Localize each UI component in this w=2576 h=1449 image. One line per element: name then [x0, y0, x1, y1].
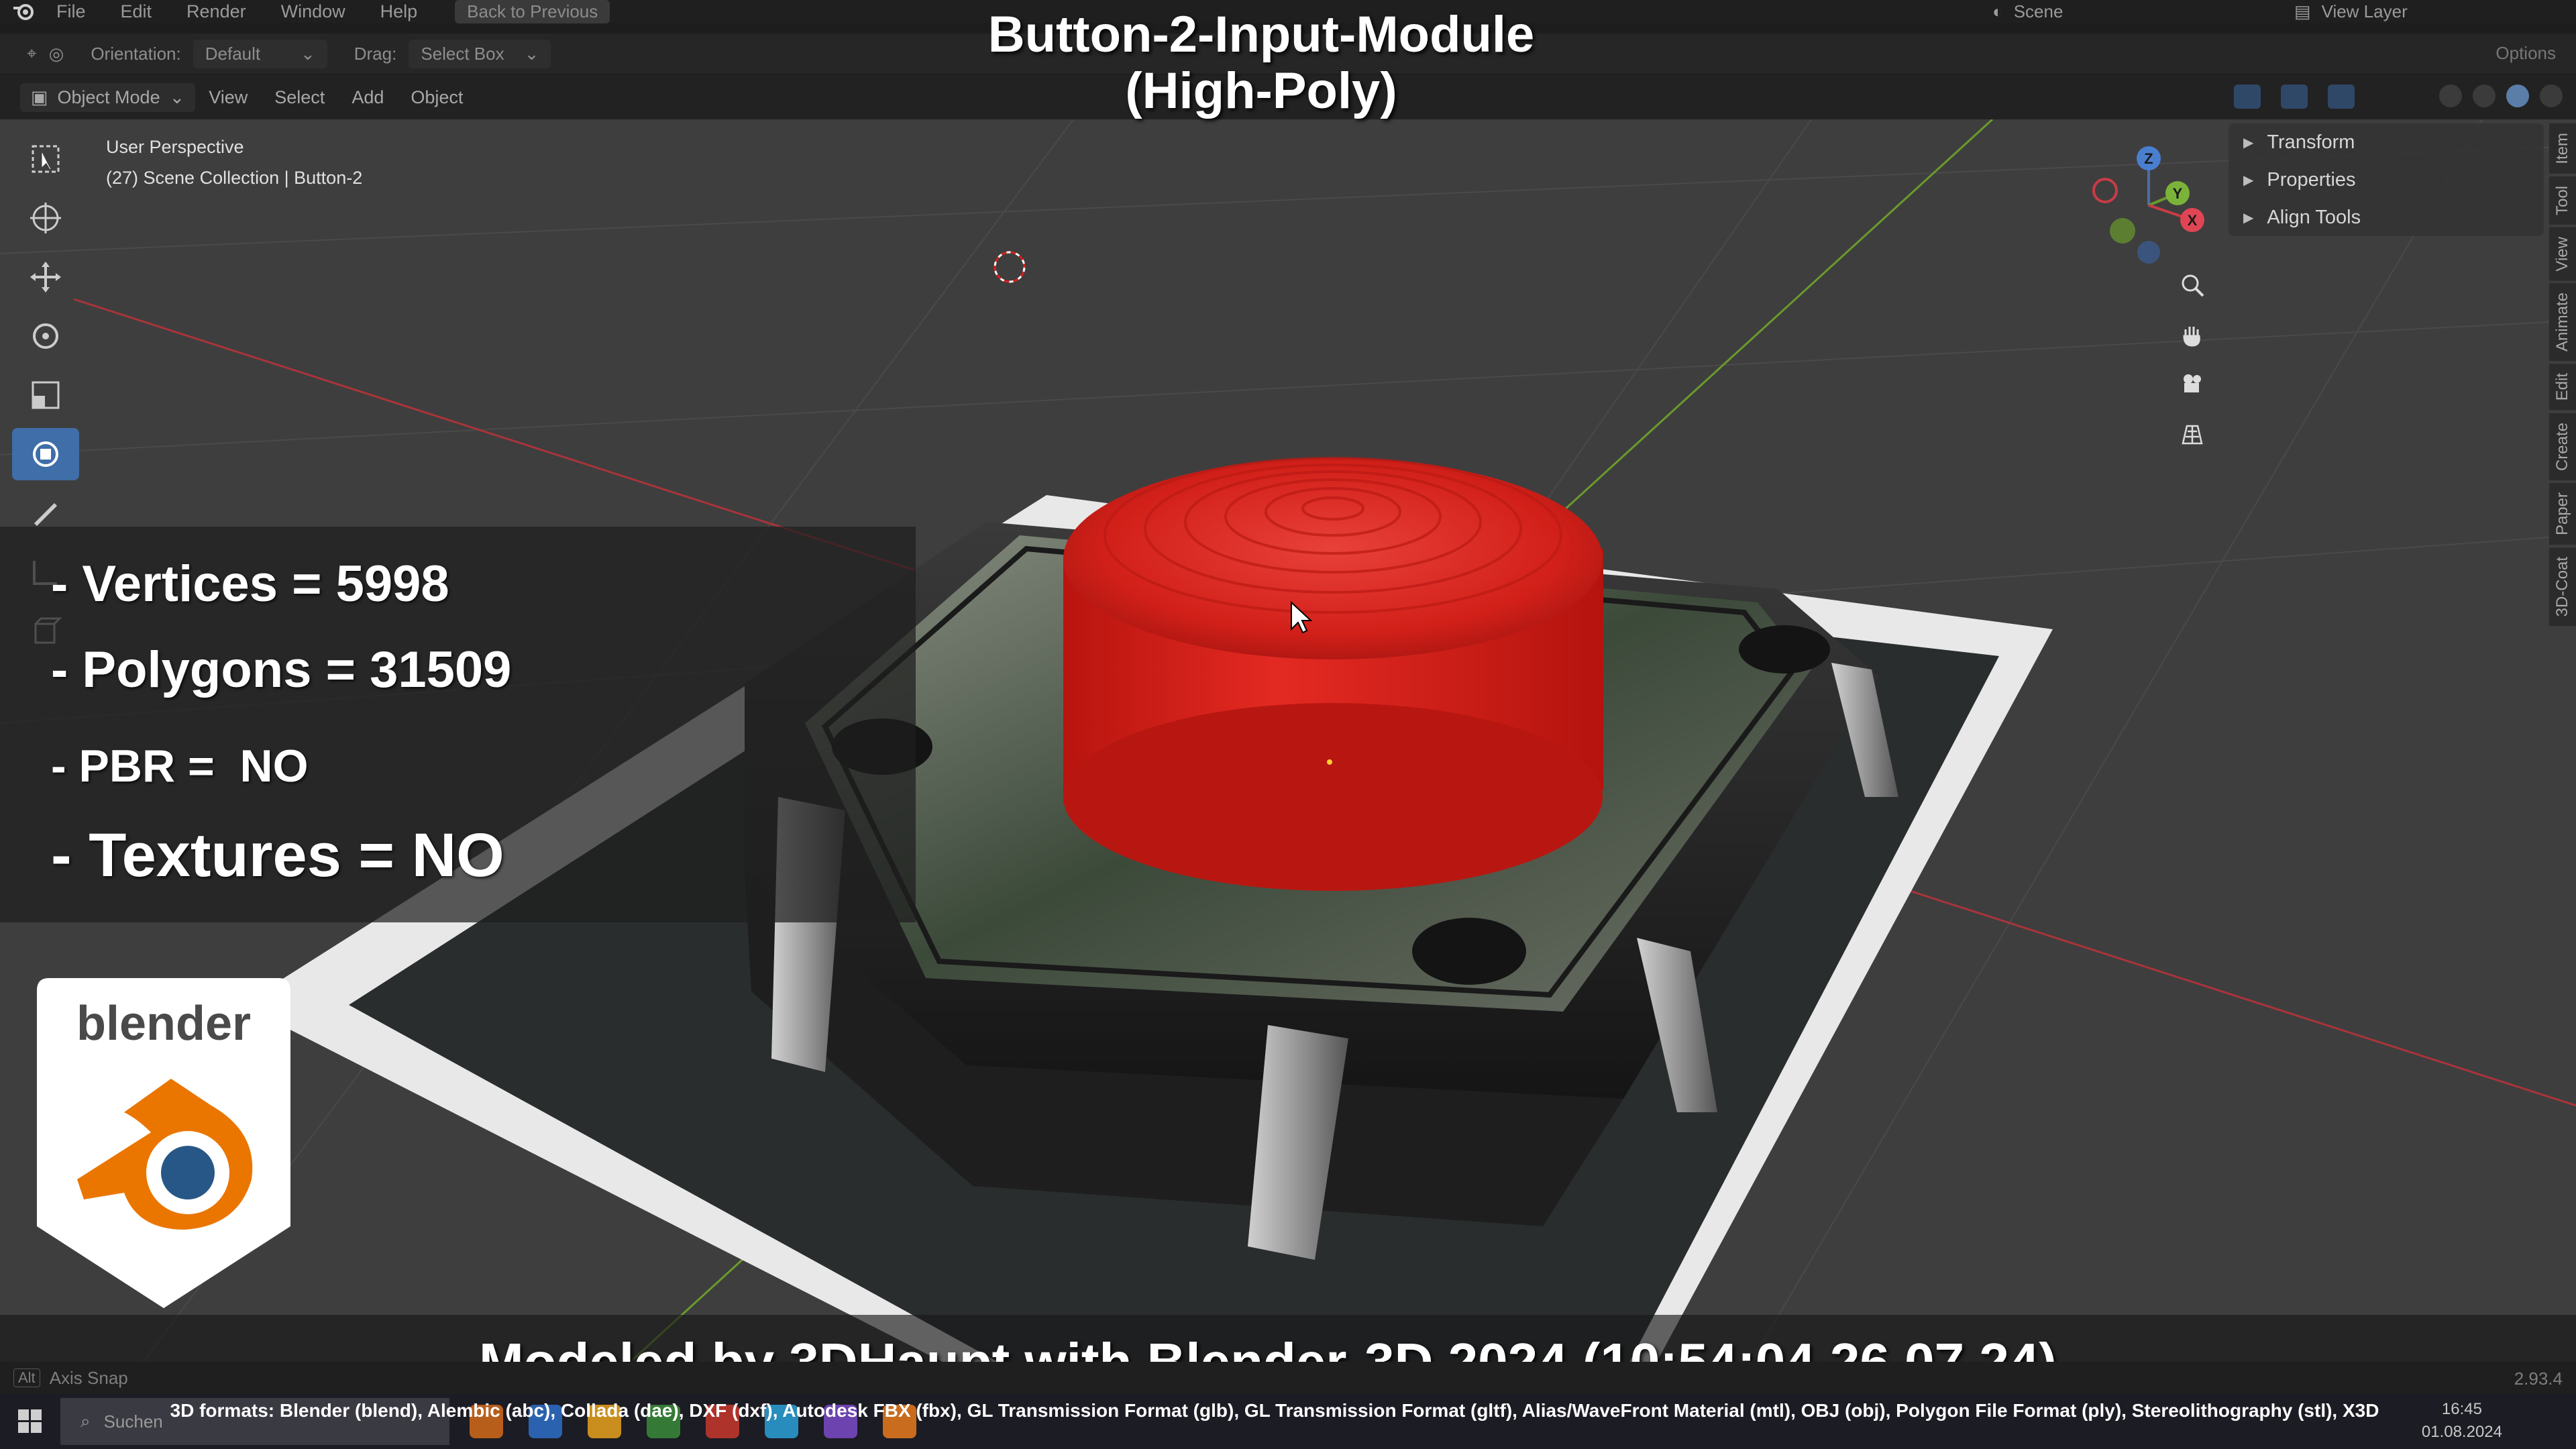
menu-view[interactable]: View — [195, 87, 261, 108]
select-box-tool-icon[interactable] — [12, 133, 79, 185]
panel-align-tools-label: Align Tools — [2267, 206, 2361, 228]
status-bar: Alt Axis Snap 2.93.4 — [0, 1362, 2576, 1394]
orientation-group: Orientation: Default ⌄ — [91, 39, 327, 68]
stat-vertices: - Vertices = 5998 — [51, 555, 449, 612]
move-tool-icon[interactable] — [12, 251, 79, 303]
tool-icon-group: ⌖ ◎ — [27, 43, 64, 64]
view-layer-icon: ▤ — [2294, 1, 2311, 21]
view-layer-selector[interactable]: ▤ View Layer — [2281, 1, 2563, 22]
overlay-title: Button-2-Input-Module (High-Poly) — [792, 7, 1731, 119]
drag-label: Drag: — [354, 43, 397, 64]
drag-group: Drag: Select Box ⌄ — [354, 39, 551, 68]
stat-textures: - Textures = NO — [51, 821, 504, 890]
status-hint: Axis Snap — [49, 1367, 128, 1388]
menu-help[interactable]: Help — [363, 1, 435, 22]
perspective-label: User Perspective — [106, 137, 244, 157]
menu-add[interactable]: Add — [338, 87, 397, 108]
sidebar-n-panel: ▶ Transform ▶ Properties ▶ Align Tools — [2229, 123, 2544, 236]
gizmo-x-label: X — [2188, 212, 2198, 229]
perspective-grid-icon[interactable] — [2172, 416, 2212, 452]
scene-name: Scene — [2013, 1, 2063, 21]
tab-view[interactable]: View — [2549, 227, 2576, 281]
tab-tool[interactable]: Tool — [2549, 176, 2576, 225]
orientation-label: Orientation: — [91, 43, 181, 64]
stat-polygons: - Polygons = 31509 — [51, 641, 512, 698]
object-mode-icon: ▣ — [31, 87, 48, 107]
alt-key-badge: Alt — [13, 1368, 40, 1387]
solid-shading-button[interactable] — [2473, 85, 2496, 107]
shading-modes — [2439, 85, 2563, 107]
workspace-selectors: ◐ Scene ▤ View Layer — [1979, 0, 2576, 23]
tab-item[interactable]: Item — [2549, 123, 2576, 174]
clock-date: 01.08.2024 — [2421, 1423, 2502, 1441]
menu-render[interactable]: Render — [169, 1, 264, 22]
overlay-toggle[interactable] — [2328, 85, 2355, 109]
object-mode-dropdown[interactable]: ▣ Object Mode ⌄ — [20, 83, 196, 112]
collapse-triangle-icon: ▶ — [2243, 210, 2254, 225]
viewport-gizmo-toggles — [2234, 85, 2355, 109]
tab-animate[interactable]: Animate — [2549, 283, 2576, 362]
stats-box: - Vertices = 5998 - Polygons = 31509 - P… — [0, 527, 916, 922]
gizmo-y-label: Y — [2173, 185, 2183, 202]
menu-file[interactable]: File — [39, 1, 103, 22]
material-shading-button[interactable] — [2506, 85, 2529, 107]
scene-selector[interactable]: ◐ Scene — [1979, 1, 2261, 22]
pan-hand-icon[interactable] — [2172, 317, 2212, 353]
tab-edit[interactable]: Edit — [2549, 364, 2576, 411]
menu-object[interactable]: Object — [397, 87, 476, 108]
formats-caption: 3D formats: Blender (blend), Alembic (ab… — [170, 1400, 2379, 1421]
options-dropdown[interactable]: Options — [2496, 43, 2556, 64]
drag-dropdown[interactable]: Select Box ⌄ — [409, 39, 551, 68]
blender-version: 2.93.4 — [2514, 1368, 2563, 1389]
chevron-down-icon: ⌄ — [300, 43, 315, 64]
gizmo-z-label: Z — [2144, 150, 2153, 167]
blender-logo-text: blender — [76, 997, 251, 1051]
camera-view-icon[interactable] — [2172, 366, 2212, 402]
zoom-icon[interactable] — [2172, 267, 2212, 303]
transform-tool-icon[interactable] — [12, 428, 79, 480]
tab-3d-coat[interactable]: 3D-Coat — [2549, 547, 2576, 627]
cursor-tool-icon[interactable] — [12, 192, 79, 244]
editor-type-icon[interactable]: ⌖ — [27, 43, 37, 64]
viewport-info: User Perspective (27) Scene Collection |… — [106, 131, 362, 193]
collapse-triangle-icon: ▶ — [2243, 172, 2254, 188]
scale-tool-icon[interactable] — [12, 369, 79, 421]
gizmo-toggle[interactable] — [2281, 85, 2308, 109]
back-to-previous-button[interactable]: Back to Previous — [455, 0, 610, 23]
scene-icon: ◐ — [1992, 1, 2003, 21]
sidebar-tabs: Item Tool View Animate Edit Create Paper… — [2549, 123, 2576, 627]
navigation-gizmo[interactable]: Z Y X — [2085, 138, 2212, 272]
blender-logo: blender — [37, 978, 290, 1308]
chevron-down-icon: ⌄ — [524, 43, 539, 64]
active-tool-icon[interactable]: ◎ — [49, 44, 64, 64]
object-mode-label: Object Mode — [57, 87, 160, 107]
collection-label: (27) Scene Collection | Button-2 — [106, 168, 363, 188]
view-layer-name: View Layer — [2321, 1, 2408, 21]
orientation-value: Default — [205, 43, 261, 64]
chevron-down-icon: ⌄ — [169, 87, 185, 107]
blender-logo-icon[interactable] — [12, 0, 39, 23]
drag-value: Select Box — [421, 43, 504, 64]
tab-create[interactable]: Create — [2549, 413, 2576, 480]
panel-properties-label: Properties — [2267, 168, 2356, 191]
menu-window[interactable]: Window — [264, 1, 363, 22]
wireframe-shading-button[interactable] — [2439, 85, 2462, 107]
panel-transform-label: Transform — [2267, 131, 2355, 153]
panel-properties[interactable]: ▶ Properties — [2229, 161, 2544, 199]
title-line-1: Button-2-Input-Module — [987, 6, 1535, 63]
tab-paper[interactable]: Paper — [2549, 482, 2576, 545]
menu-edit[interactable]: Edit — [103, 1, 170, 22]
rotate-tool-icon[interactable] — [12, 310, 79, 362]
rendered-shading-button[interactable] — [2540, 85, 2563, 107]
visibility-toggle[interactable] — [2234, 85, 2261, 109]
panel-align-tools[interactable]: ▶ Align Tools — [2229, 199, 2544, 236]
panel-transform[interactable]: ▶ Transform — [2229, 123, 2544, 161]
title-line-2: (High-Poly) — [1125, 62, 1397, 119]
stat-pbr: - PBR = NO — [51, 741, 309, 792]
navigation-buttons — [2172, 267, 2212, 452]
orientation-dropdown[interactable]: Default ⌄ — [193, 39, 327, 68]
menu-select[interactable]: Select — [261, 87, 338, 108]
collapse-triangle-icon: ▶ — [2243, 135, 2254, 150]
